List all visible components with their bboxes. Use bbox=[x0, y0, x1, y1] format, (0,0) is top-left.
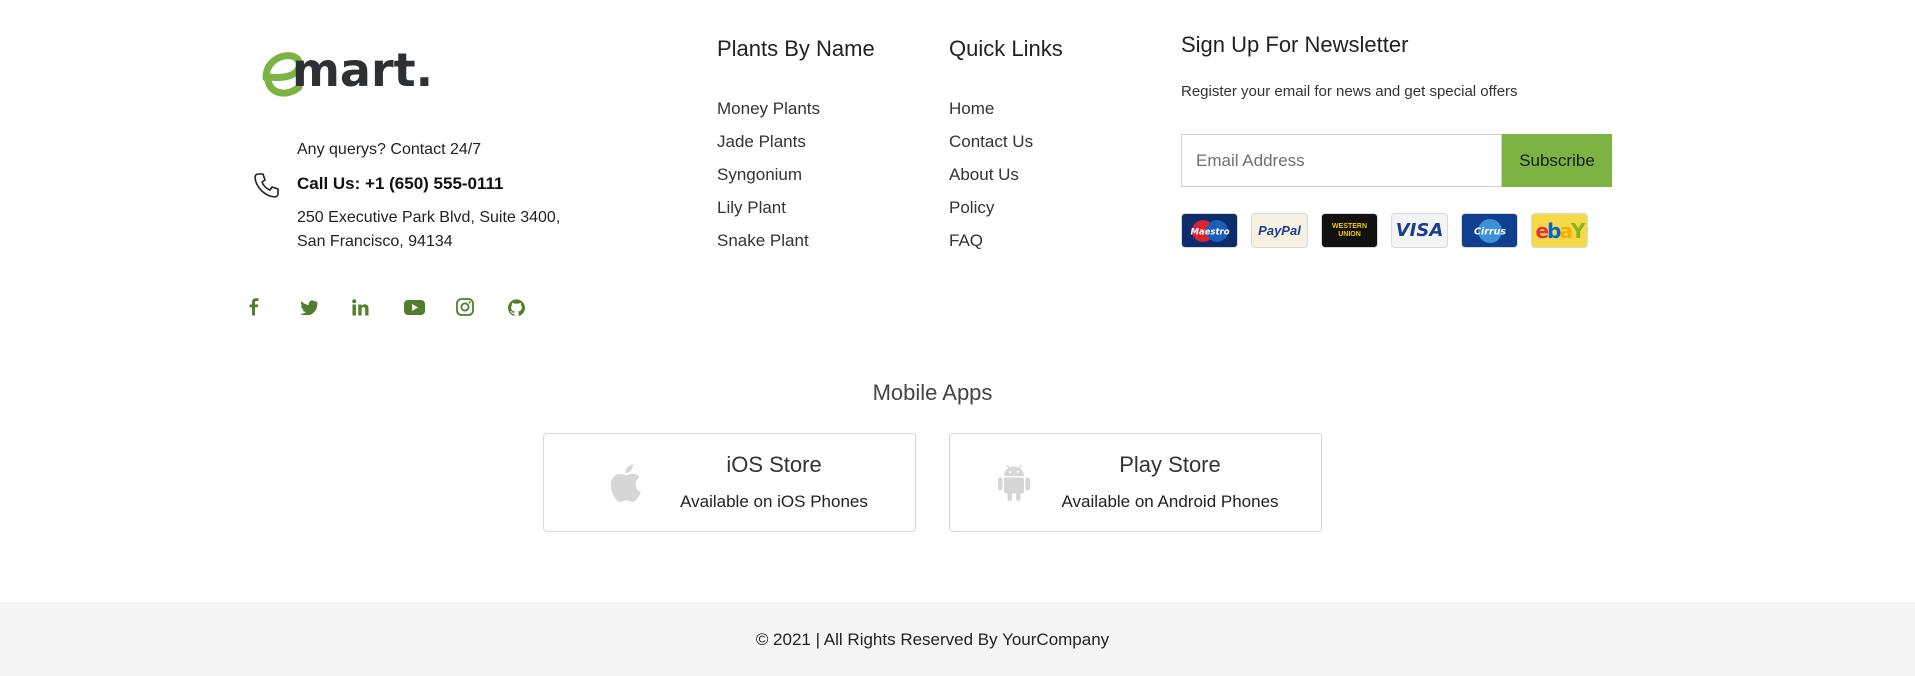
payment-methods: Maestro PayPal WESTERN UNION VISA Cirrus … bbox=[1181, 213, 1588, 248]
address-line-2: San Francisco, 94134 bbox=[297, 233, 453, 250]
newsletter-title: Sign Up For Newsletter bbox=[1181, 32, 1409, 57]
contact-phone[interactable]: Call Us: +1 (650) 555-0111 bbox=[297, 172, 617, 196]
newsletter-section: Sign Up For Newsletter Register your ema… bbox=[1181, 30, 1612, 187]
social-links bbox=[248, 295, 560, 319]
plant-link-snake-plant[interactable]: Snake Plant bbox=[717, 224, 875, 257]
address-line-1: 250 Executive Park Blvd, Suite 3400, bbox=[297, 209, 561, 226]
ios-store-desc: Available on iOS Phones bbox=[680, 492, 868, 511]
facebook-icon[interactable] bbox=[248, 295, 300, 319]
apple-icon bbox=[610, 464, 641, 502]
plants-column-title: Plants By Name bbox=[717, 36, 875, 61]
plants-by-name-column: Plants By Name Money Plants Jade Plants … bbox=[717, 34, 875, 257]
instagram-icon[interactable] bbox=[456, 295, 508, 319]
ebay-card-icon: ebaY bbox=[1531, 213, 1588, 248]
plant-link-syngonium[interactable]: Syngonium bbox=[717, 158, 875, 191]
visa-card-icon: VISA bbox=[1391, 213, 1448, 248]
logo-wordmark: mart. bbox=[292, 43, 434, 97]
svg-text:Maestro: Maestro bbox=[1190, 227, 1229, 237]
brand-logo[interactable]: mart. bbox=[258, 44, 438, 98]
copyright-text: © 2021 | All Rights Reserved By YourComp… bbox=[755, 630, 1110, 649]
contact-block: Any querys? Contact 24/7 Call Us: +1 (65… bbox=[297, 138, 617, 254]
quick-link-faq[interactable]: FAQ bbox=[949, 224, 1063, 257]
copyright-bar: © 2021 | All Rights Reserved By YourComp… bbox=[0, 602, 1915, 676]
youtube-icon[interactable] bbox=[404, 295, 456, 319]
play-store-name: Play Store bbox=[1119, 452, 1221, 477]
twitter-icon[interactable] bbox=[300, 295, 352, 319]
paypal-card-icon: PayPal bbox=[1251, 213, 1308, 248]
svg-text:Cirrus: Cirrus bbox=[1473, 226, 1505, 237]
maestro-card-icon: Maestro bbox=[1181, 213, 1238, 248]
plant-link-money-plants[interactable]: Money Plants bbox=[717, 92, 875, 125]
quick-link-policy[interactable]: Policy bbox=[949, 191, 1063, 224]
android-icon bbox=[998, 464, 1030, 501]
contact-address: 250 Executive Park Blvd, Suite 3400, San… bbox=[297, 206, 617, 254]
subscribe-button[interactable]: Subscribe bbox=[1502, 134, 1612, 187]
cirrus-card-icon: Cirrus bbox=[1461, 213, 1518, 248]
quick-link-home[interactable]: Home bbox=[949, 92, 1063, 125]
plant-link-lily-plant[interactable]: Lily Plant bbox=[717, 191, 875, 224]
newsletter-form: Subscribe bbox=[1181, 134, 1612, 187]
western-union-card-icon: WESTERN UNION bbox=[1321, 213, 1378, 248]
quick-link-about-us[interactable]: About Us bbox=[949, 158, 1063, 191]
quick-links-title: Quick Links bbox=[949, 36, 1063, 61]
mobile-apps-title: Mobile Apps bbox=[872, 380, 993, 405]
ios-store-button[interactable]: iOS Store Available on iOS Phones bbox=[543, 433, 916, 532]
play-store-desc: Available on Android Phones bbox=[1061, 492, 1279, 511]
newsletter-subtitle: Register your email for news and get spe… bbox=[1181, 83, 1518, 100]
email-input[interactable] bbox=[1181, 134, 1502, 187]
ios-store-name: iOS Store bbox=[726, 452, 822, 477]
play-store-button[interactable]: Play Store Available on Android Phones bbox=[949, 433, 1322, 532]
plant-link-jade-plants[interactable]: Jade Plants bbox=[717, 125, 875, 158]
linkedin-icon[interactable] bbox=[352, 295, 404, 319]
github-icon[interactable] bbox=[508, 295, 560, 319]
contact-query-text: Any querys? Contact 24/7 bbox=[297, 141, 482, 158]
phone-icon bbox=[254, 173, 279, 198]
quick-link-contact-us[interactable]: Contact Us bbox=[949, 125, 1063, 158]
quick-links-column: Quick Links Home Contact Us About Us Pol… bbox=[949, 34, 1063, 257]
